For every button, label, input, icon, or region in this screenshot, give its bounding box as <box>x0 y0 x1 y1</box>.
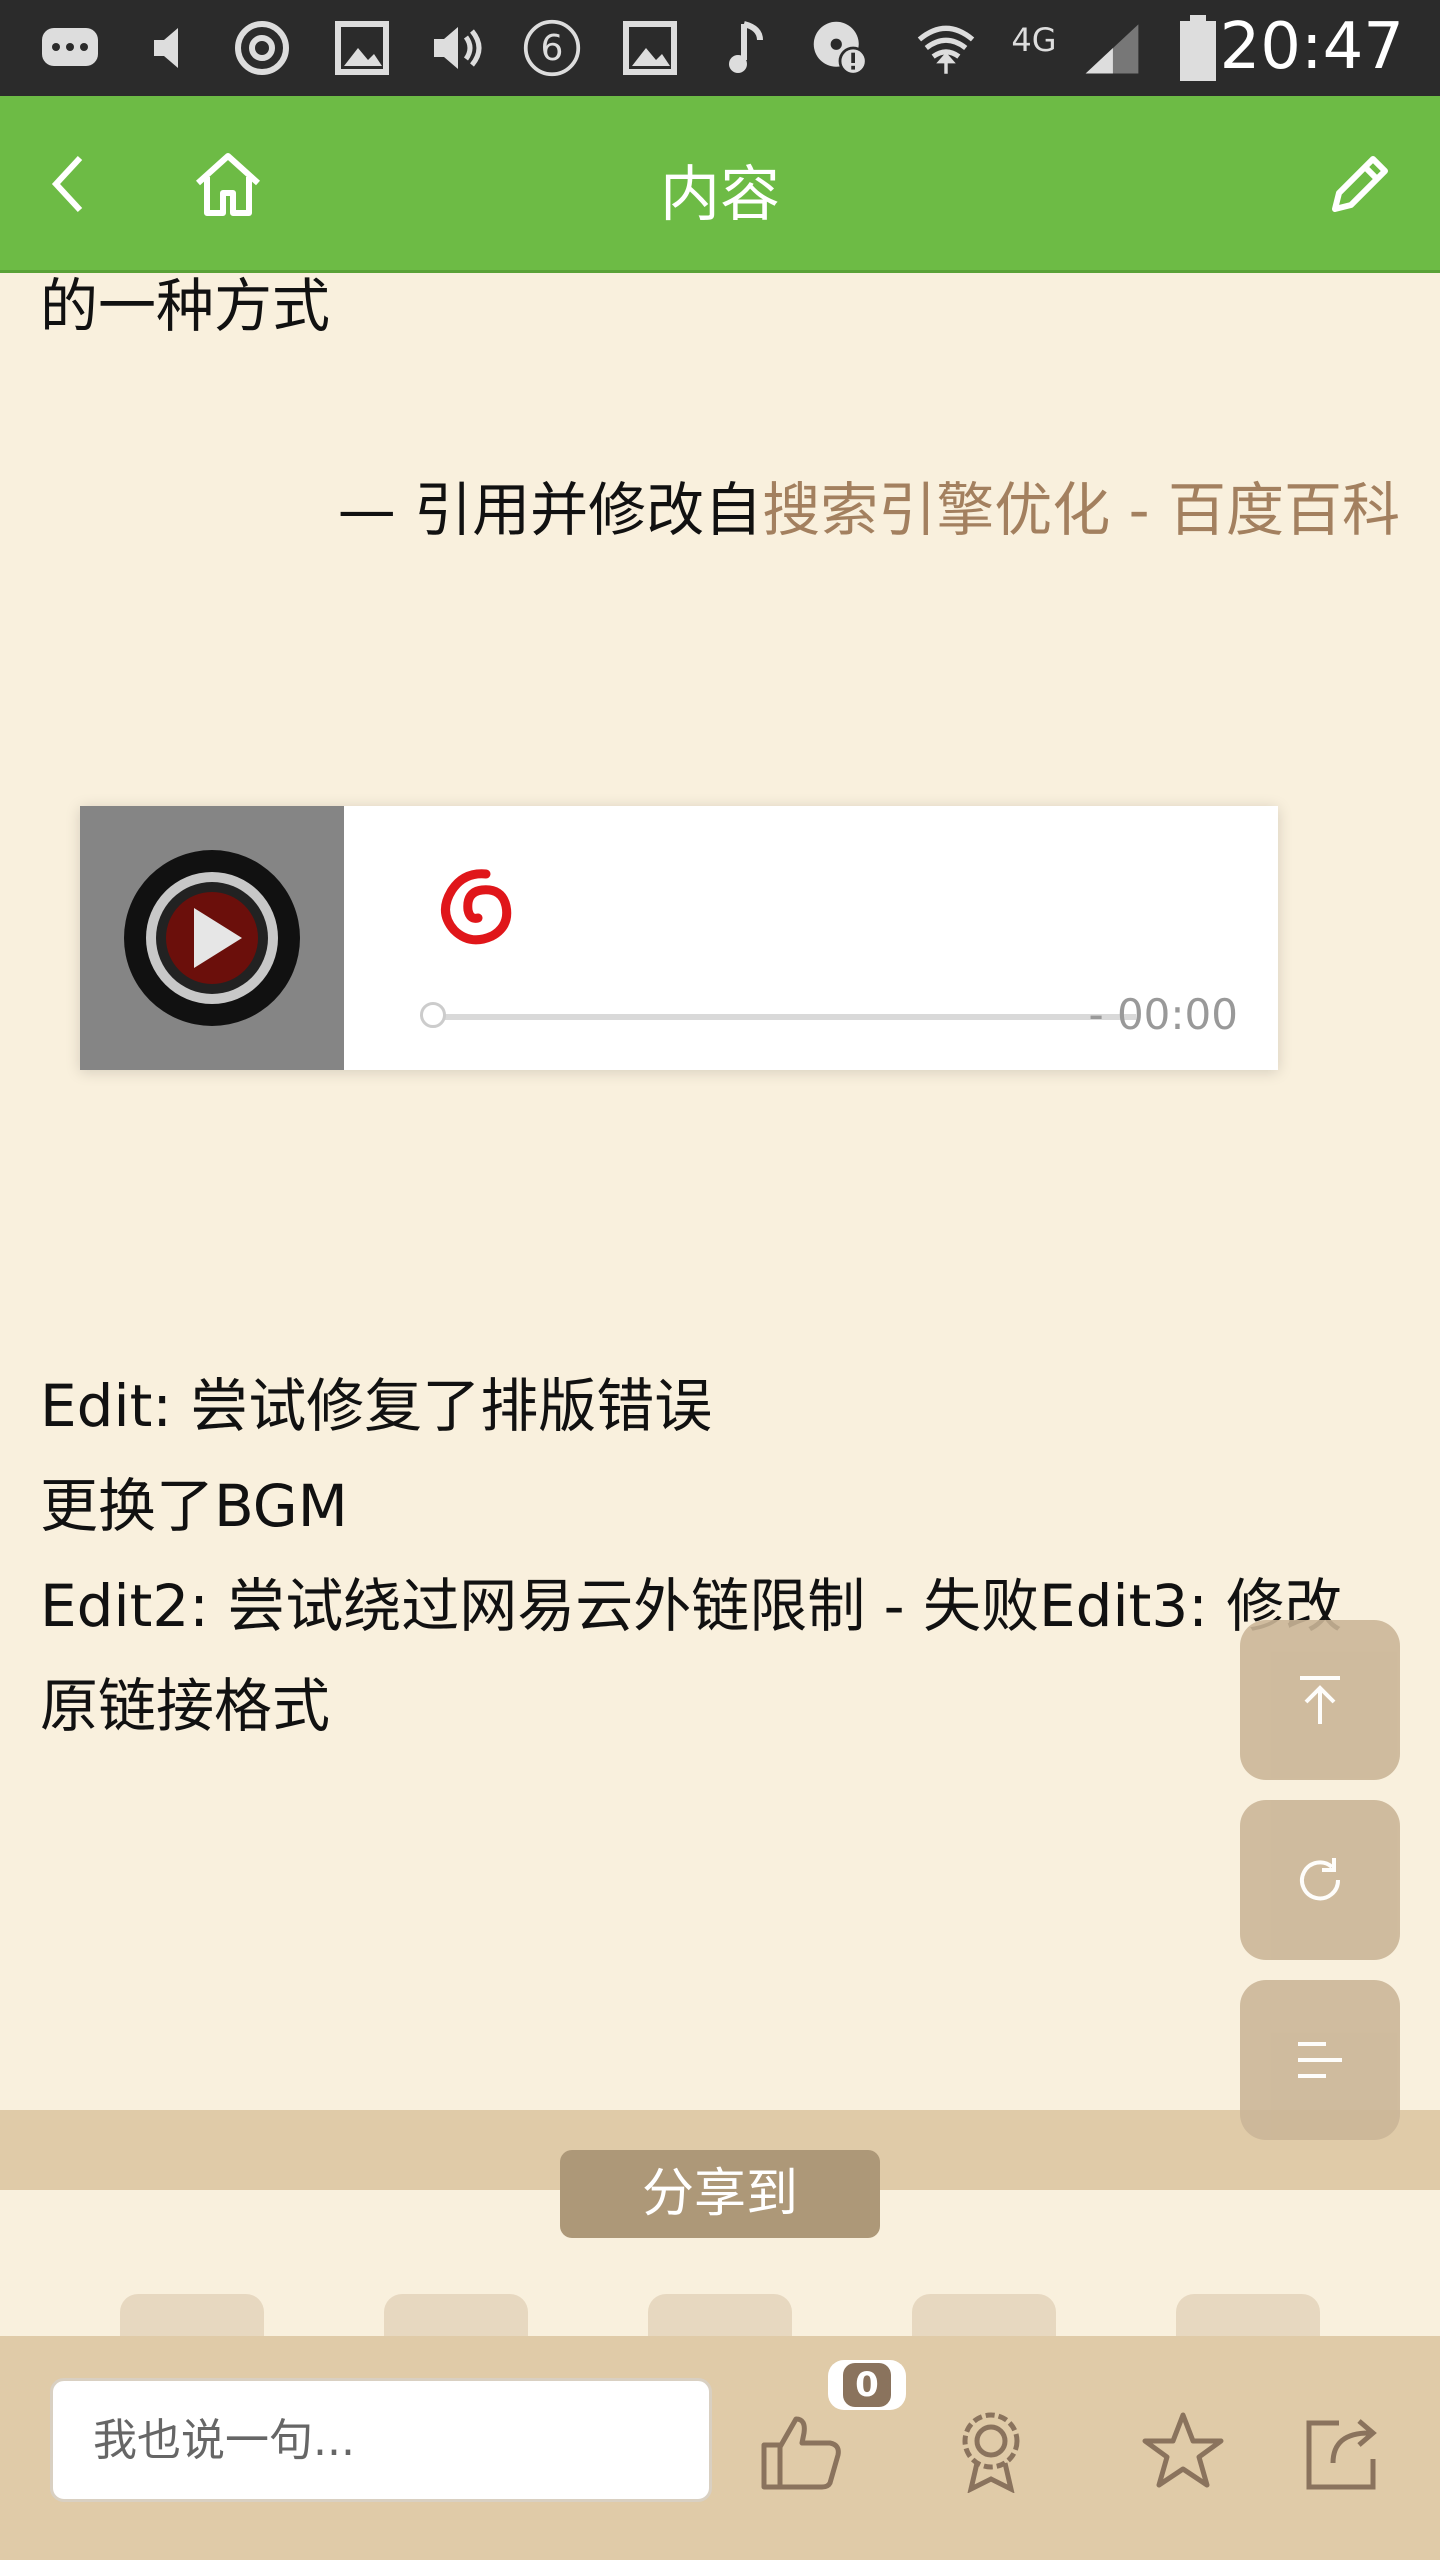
page-title: 内容 <box>660 160 780 230</box>
time-remaining: - 00:00 <box>1088 990 1238 1039</box>
menu-icon <box>1298 2042 1342 2078</box>
notification-count: 6 <box>540 27 564 69</box>
play-icon[interactable] <box>122 848 302 1028</box>
alert-icon <box>810 18 870 78</box>
award-icon[interactable] <box>936 2396 1046 2506</box>
edit-line: 原链接格式 <box>40 1672 331 1740</box>
refresh-icon <box>1300 1858 1341 1901</box>
mute-icon <box>140 18 200 78</box>
thumbs-up-icon[interactable] <box>746 2396 856 2506</box>
music-player: - 00:00 <box>80 806 1278 1070</box>
refresh-button[interactable] <box>1240 1800 1400 1960</box>
share-label: 分享到 <box>560 2150 880 2238</box>
image-icon <box>620 18 680 78</box>
app-bar: 内容 <box>0 96 1440 273</box>
wifi-icon <box>916 18 976 78</box>
bottom-bar: 0 <box>0 2336 1440 2560</box>
music-note-icon <box>716 18 776 78</box>
signal-icon <box>1082 18 1142 78</box>
volume-icon <box>428 18 488 78</box>
edit-line: Edit2: 尝试绕过网易云外链限制 - 失败Edit3: 修改 <box>40 1572 1343 1640</box>
citation-prefix: — 引用并修改自 <box>337 476 763 544</box>
edit-line: 更换了BGM <box>40 1472 348 1540</box>
edit-pencil-icon[interactable] <box>1320 144 1400 224</box>
comment-input[interactable] <box>50 2378 712 2502</box>
article-fragment: 的一种方式 <box>40 272 331 340</box>
sync-icon <box>232 18 292 78</box>
menu-button[interactable] <box>1240 1980 1400 2140</box>
image-icon <box>332 18 392 78</box>
citation: — 引用并修改自搜索引擎优化 - 百度百科 <box>338 460 1400 560</box>
citation-link[interactable]: 搜索引擎优化 - 百度百科 <box>762 476 1400 544</box>
scroll-top-button[interactable] <box>1240 1620 1400 1780</box>
edit-line: Edit: 尝试修复了排版错误 <box>40 1372 713 1440</box>
status-bar: 6 4G 20:47 <box>0 0 1440 96</box>
star-icon[interactable] <box>1128 2396 1238 2506</box>
progress-track[interactable] <box>436 1014 1136 1020</box>
like-count: 0 <box>843 2363 891 2407</box>
netease-cloud-music-icon <box>441 869 512 945</box>
like-count-badge: 0 <box>828 2360 906 2410</box>
album-cover <box>80 806 344 1070</box>
chat-icon <box>40 18 100 78</box>
notification-count-icon: 6 <box>522 18 582 78</box>
clock: 20:47 <box>1219 10 1404 84</box>
network-type: 4G <box>1011 21 1057 59</box>
progress-handle[interactable] <box>420 1002 446 1028</box>
scroll-top-icon <box>1300 1676 1340 1724</box>
share-icon[interactable] <box>1290 2396 1400 2506</box>
